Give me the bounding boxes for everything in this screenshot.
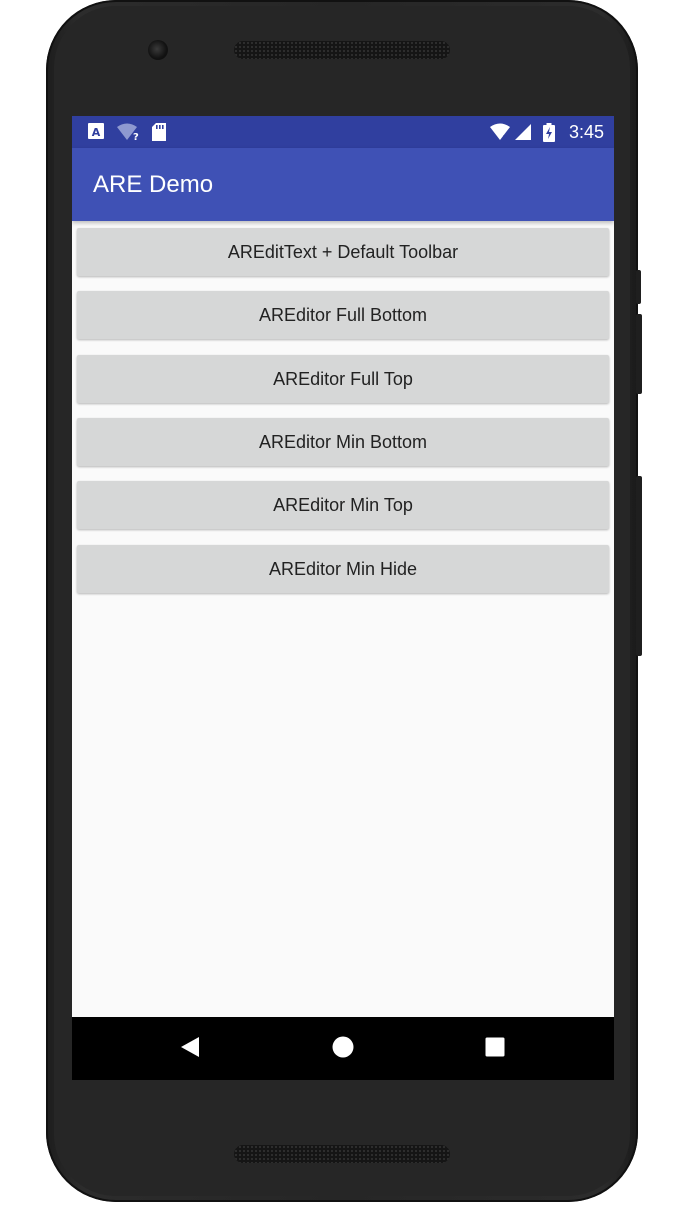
a-notification-icon: A (88, 123, 104, 143)
cell-signal-icon (514, 123, 532, 145)
wifi-question-icon: ? (116, 123, 140, 145)
wifi-off-icon: x (489, 123, 513, 145)
areditor-full-bottom-button[interactable]: AREditor Full Bottom (77, 291, 609, 339)
phone-side-button (636, 270, 641, 304)
front-camera (148, 40, 168, 60)
recents-icon (485, 1037, 505, 1061)
areditor-min-hide-button[interactable]: AREditor Min Hide (77, 545, 609, 593)
svg-text:?: ? (133, 132, 139, 141)
recents-button[interactable] (455, 1017, 535, 1080)
sd-card-icon (151, 123, 167, 145)
device-screen: A ? x 3:45 ARE Demo AREditText + Default… (72, 116, 614, 1080)
areditText-default-toolbar-button[interactable]: AREditText + Default Toolbar (77, 228, 609, 276)
back-icon (180, 1036, 200, 1062)
areditor-full-top-button[interactable]: AREditor Full Top (77, 355, 609, 403)
home-icon (332, 1036, 354, 1062)
bottom-speaker-grille (234, 1145, 450, 1163)
status-bar: A ? x 3:45 (72, 116, 614, 148)
phone-power-button (636, 314, 642, 394)
status-time: 3:45 (568, 122, 604, 142)
areditor-min-top-button[interactable]: AREditor Min Top (77, 481, 609, 529)
svg-text:A: A (92, 126, 101, 139)
back-button[interactable] (150, 1017, 230, 1080)
top-speaker-grille (234, 41, 450, 59)
areditor-min-bottom-button[interactable]: AREditor Min Bottom (77, 418, 609, 466)
home-button[interactable] (303, 1017, 383, 1080)
app-toolbar: ARE Demo (72, 148, 614, 221)
app-title: ARE Demo (93, 171, 214, 198)
phone-volume-button (636, 476, 642, 656)
svg-text:x: x (503, 133, 509, 141)
battery-charging-icon (543, 123, 555, 146)
navigation-bar (72, 1017, 614, 1080)
